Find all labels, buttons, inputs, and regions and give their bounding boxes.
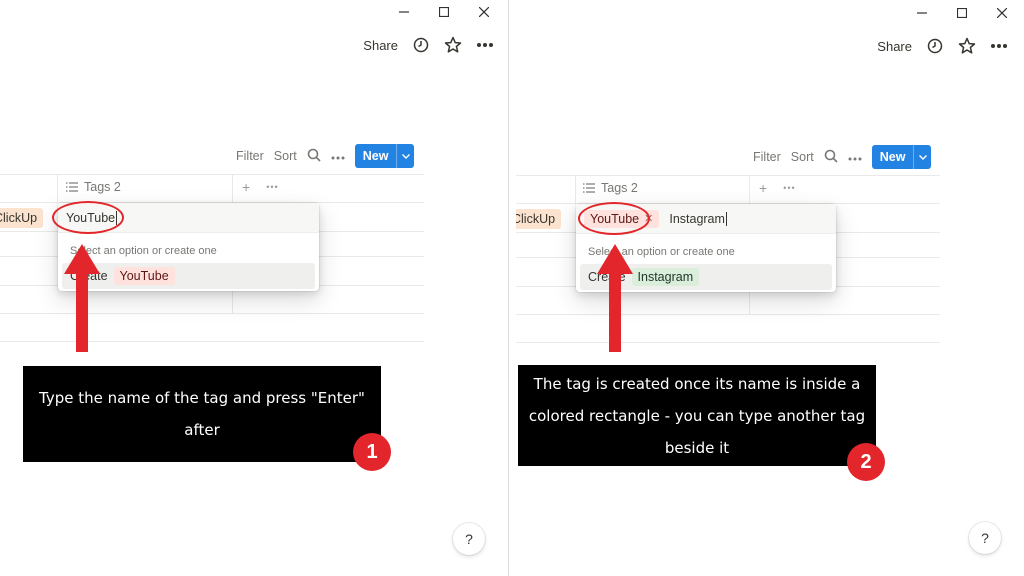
- new-tag-chip: Instagram: [631, 268, 700, 286]
- table-row-border: [516, 342, 940, 343]
- topbar: Share: [877, 37, 1008, 55]
- column-divider: [575, 175, 576, 205]
- table-row-border: [516, 314, 940, 315]
- chevron-down-icon[interactable]: [913, 145, 931, 169]
- view-toolbar: Filter Sort New: [753, 145, 932, 169]
- close-icon: [479, 7, 489, 17]
- instruction-callout: Type the name of the tag and press "Ente…: [23, 366, 381, 462]
- add-column-icon[interactable]: +: [242, 179, 250, 195]
- maximize-button[interactable]: [942, 4, 982, 22]
- column-more-icon[interactable]: •••: [783, 183, 795, 193]
- search-icon[interactable]: [307, 148, 321, 165]
- instruction-callout: The tag is created once its name is insi…: [518, 365, 876, 466]
- window-controls: [384, 3, 504, 21]
- more-options-icon[interactable]: [476, 36, 494, 54]
- star-icon[interactable]: [444, 36, 462, 54]
- tags-column-header[interactable]: Tags 2: [583, 181, 638, 195]
- topbar: Share: [363, 36, 494, 54]
- up-arrow-icon: [64, 244, 100, 352]
- add-column-icon[interactable]: +: [759, 180, 767, 196]
- add-column-controls: + •••: [759, 180, 796, 196]
- up-arrow-icon: [597, 244, 633, 352]
- sort-button[interactable]: Sort: [274, 149, 297, 163]
- panel-divider: [508, 0, 516, 576]
- help-button[interactable]: ?: [453, 523, 485, 555]
- step-badge: 2: [847, 443, 885, 481]
- window-controls: [902, 4, 1022, 22]
- view-toolbar: Filter Sort New: [236, 144, 415, 168]
- toolbar-more-icon[interactable]: [848, 150, 862, 164]
- highlight-circle: [578, 202, 650, 235]
- close-button[interactable]: [464, 3, 504, 21]
- highlight-circle: [52, 201, 124, 234]
- table-header-top-border: [516, 175, 940, 176]
- filter-button[interactable]: Filter: [236, 149, 264, 163]
- minimize-button[interactable]: [902, 4, 942, 22]
- toolbar-more-icon[interactable]: [331, 149, 345, 163]
- maximize-icon: [957, 8, 967, 18]
- new-tag-chip: YouTube: [113, 267, 175, 285]
- maximize-button[interactable]: [424, 3, 464, 21]
- new-button[interactable]: New: [871, 145, 932, 169]
- maximize-icon: [439, 7, 449, 17]
- add-column-controls: + •••: [242, 179, 279, 195]
- column-divider: [57, 174, 58, 204]
- previous-cell-tag[interactable]: ClickUp: [0, 208, 44, 228]
- new-button-label[interactable]: New: [872, 145, 914, 169]
- text-cursor: [725, 211, 727, 226]
- left-panel: Share Filter Sort New Tags 2 + ••• lickU…: [0, 0, 508, 576]
- tags-column-label: Tags 2: [84, 180, 121, 194]
- close-button[interactable]: [982, 4, 1022, 22]
- column-more-icon[interactable]: •••: [266, 182, 278, 192]
- filter-button[interactable]: Filter: [753, 150, 781, 164]
- minimize-button[interactable]: [384, 3, 424, 21]
- sort-button[interactable]: Sort: [791, 150, 814, 164]
- tags-column-label: Tags 2: [601, 181, 638, 195]
- share-button[interactable]: Share: [877, 39, 912, 54]
- list-icon: [583, 183, 595, 193]
- clock-icon[interactable]: [926, 37, 944, 55]
- help-button[interactable]: ?: [969, 522, 1001, 554]
- chevron-down-icon[interactable]: [396, 144, 414, 168]
- tags-column-header[interactable]: Tags 2: [66, 180, 121, 194]
- table-header-top-border: [0, 174, 424, 175]
- star-icon[interactable]: [958, 37, 976, 55]
- minimize-icon: [917, 12, 927, 14]
- list-icon: [66, 182, 78, 192]
- clock-icon[interactable]: [412, 36, 430, 54]
- new-button-label[interactable]: New: [355, 144, 397, 168]
- tag-input-text: Instagram: [669, 211, 725, 226]
- instruction-text: Type the name of the tag and press "Ente…: [39, 389, 365, 439]
- share-button[interactable]: Share: [363, 38, 398, 53]
- search-icon[interactable]: [824, 149, 838, 166]
- step-badge: 1: [353, 433, 391, 471]
- right-panel: Share Filter Sort New Tags 2 + ••• Click…: [516, 0, 1024, 576]
- new-button[interactable]: New: [354, 144, 415, 168]
- more-options-icon[interactable]: [990, 37, 1008, 55]
- previous-cell-tag[interactable]: ClickUp: [516, 209, 562, 229]
- instruction-text: The tag is created once its name is insi…: [528, 374, 866, 457]
- close-icon: [997, 8, 1007, 18]
- minimize-icon: [399, 11, 409, 13]
